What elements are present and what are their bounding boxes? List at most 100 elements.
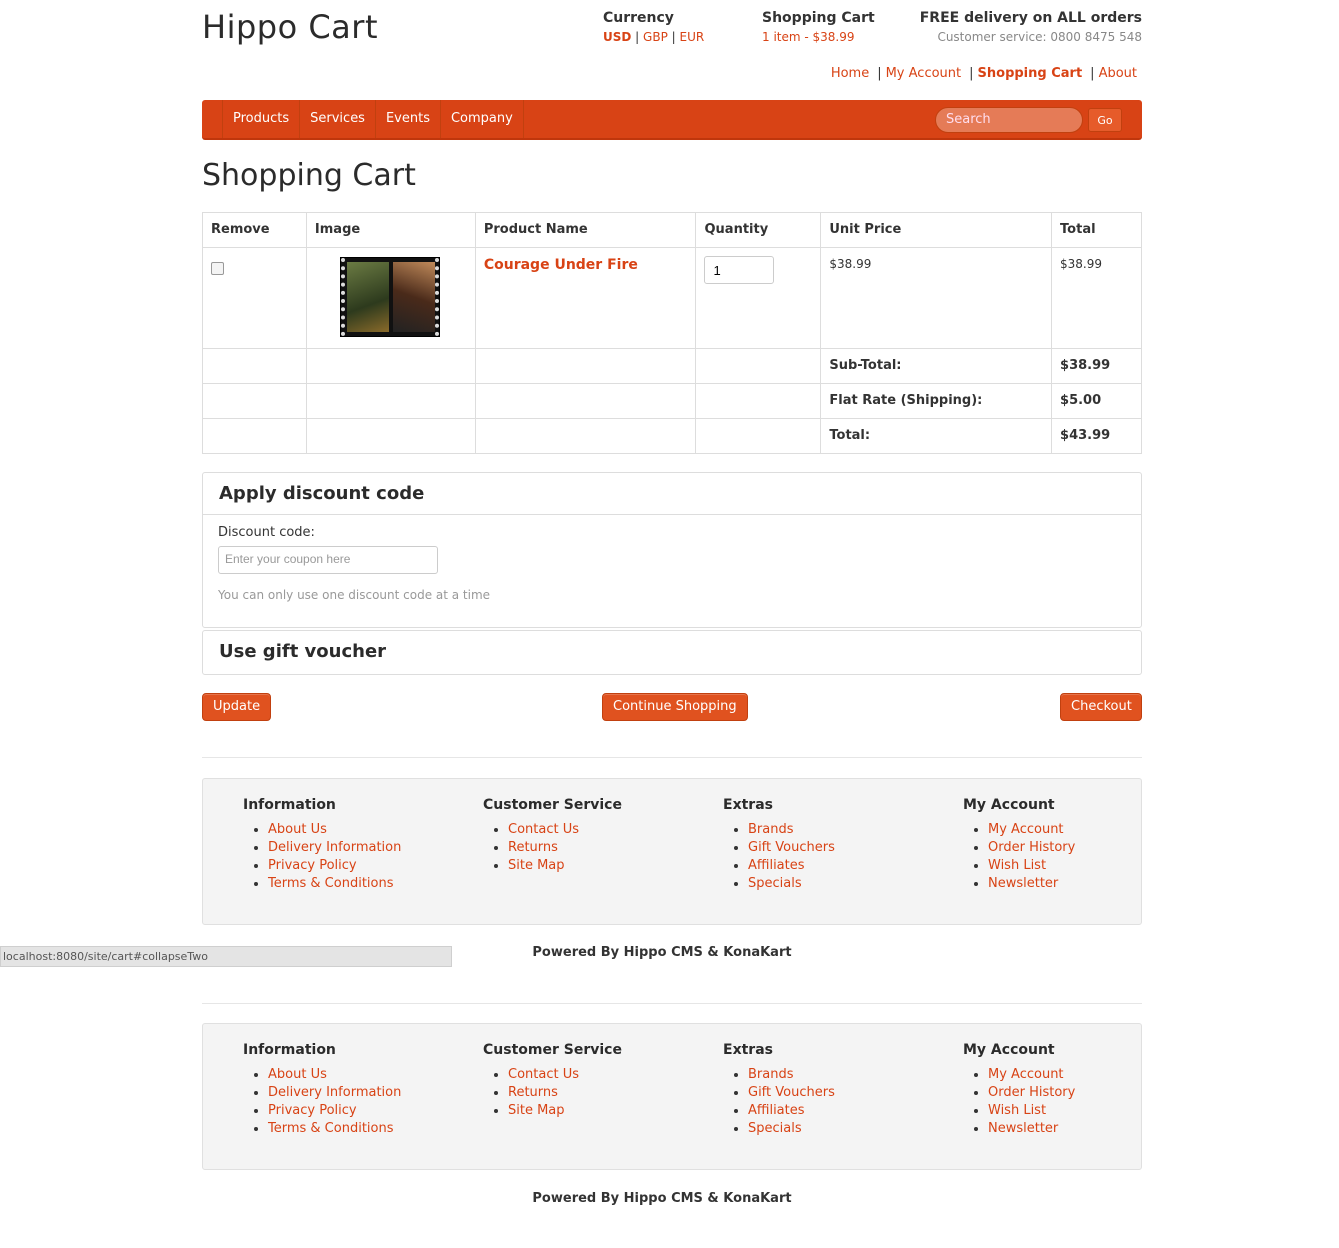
customer-service-phone: Customer service: 0800 8475 548 bbox=[937, 30, 1142, 44]
footer-link[interactable]: Contact Us bbox=[508, 1067, 579, 1082]
top-links: Home | My Account | Shopping Cart | About bbox=[831, 66, 1137, 81]
separator: | bbox=[631, 30, 644, 44]
footer-col-title: Customer Service bbox=[483, 1042, 622, 1058]
footer-col-title: Information bbox=[243, 797, 336, 813]
footer-link[interactable]: Wish List bbox=[988, 858, 1046, 873]
col-unit-price: Unit Price bbox=[820, 212, 1053, 248]
footer-col-my-account: My Account My Account Order History Wish… bbox=[963, 797, 1075, 893]
currency-usd[interactable]: USD bbox=[603, 30, 631, 44]
footer-link[interactable]: My Account bbox=[988, 822, 1064, 837]
col-total: Total bbox=[1051, 212, 1142, 248]
footer-col-title: Extras bbox=[723, 797, 773, 813]
site-logo[interactable]: Hippo Cart bbox=[202, 8, 378, 46]
link-shopping-cart[interactable]: Shopping Cart bbox=[978, 66, 1083, 81]
search-input[interactable]: Search bbox=[935, 107, 1083, 133]
footer-link[interactable]: Brands bbox=[748, 822, 794, 837]
footer-links: Information About Us Delivery Informatio… bbox=[202, 778, 1142, 925]
footer-col-information: Information About Us Delivery Informatio… bbox=[243, 797, 401, 893]
link-home[interactable]: Home bbox=[831, 66, 869, 81]
nav-events[interactable]: Events bbox=[376, 100, 441, 138]
remove-checkbox[interactable] bbox=[211, 262, 224, 275]
footer-link[interactable]: Terms & Conditions bbox=[268, 1121, 394, 1136]
page-title: Shopping Cart bbox=[202, 158, 416, 193]
footer-link[interactable]: About Us bbox=[268, 822, 327, 837]
divider bbox=[202, 1003, 1142, 1004]
continue-shopping-button[interactable]: Continue Shopping bbox=[602, 693, 748, 721]
footer-link[interactable]: Site Map bbox=[508, 1103, 565, 1118]
product-name-link[interactable]: Courage Under Fire bbox=[484, 257, 638, 273]
footer-link[interactable]: About Us bbox=[268, 1067, 327, 1082]
shipping-label: Flat Rate (Shipping): bbox=[820, 383, 1053, 419]
cart-table: Remove Image Product Name Quantity Unit … bbox=[202, 212, 1142, 454]
update-button[interactable]: Update bbox=[202, 693, 272, 721]
col-image: Image bbox=[305, 212, 476, 248]
powered-by: Powered By Hippo CMS & KonaKart bbox=[532, 1191, 792, 1206]
checkout-button[interactable]: Checkout bbox=[1060, 693, 1142, 721]
powered-by: Powered By Hippo CMS & KonaKart bbox=[532, 945, 792, 960]
footer-link[interactable]: Affiliates bbox=[748, 858, 805, 873]
gift-voucher-title[interactable]: Use gift voucher bbox=[203, 631, 1141, 672]
footer-link[interactable]: Order History bbox=[988, 1085, 1075, 1100]
currency-title: Currency bbox=[603, 10, 674, 26]
discount-panel: Apply discount code Discount code: Enter… bbox=[202, 472, 1142, 628]
separator: | bbox=[1090, 66, 1095, 81]
footer-link[interactable]: Site Map bbox=[508, 858, 565, 873]
footer-link[interactable]: Delivery Information bbox=[268, 840, 401, 855]
nav-services[interactable]: Services bbox=[300, 100, 376, 138]
separator: | bbox=[969, 66, 974, 81]
subtotal-label: Sub-Total: bbox=[820, 348, 1053, 384]
search-go-button[interactable]: Go bbox=[1088, 108, 1122, 132]
footer-col-customer-service: Customer Service Contact Us Returns Site… bbox=[483, 1042, 622, 1120]
footer-link[interactable]: Gift Vouchers bbox=[748, 840, 835, 855]
currency-eur[interactable]: EUR bbox=[679, 30, 704, 44]
col-product-name: Product Name bbox=[474, 212, 697, 248]
discount-label: Discount code: bbox=[218, 525, 315, 540]
mini-cart-summary[interactable]: 1 item - $38.99 bbox=[762, 30, 855, 44]
footer-link[interactable]: Newsletter bbox=[988, 1121, 1058, 1136]
table-header-row: Remove Image Product Name Quantity Unit … bbox=[202, 212, 1142, 248]
footer-col-title: Extras bbox=[723, 1042, 773, 1058]
footer-link[interactable]: Specials bbox=[748, 1121, 802, 1136]
footer-col-my-account: My Account My Account Order History Wish… bbox=[963, 1042, 1075, 1138]
discount-help-text: You can only use one discount code at a … bbox=[218, 588, 491, 602]
footer-link[interactable]: Contact Us bbox=[508, 822, 579, 837]
coupon-input[interactable]: Enter your coupon here bbox=[218, 546, 438, 574]
footer-col-title: My Account bbox=[963, 1042, 1055, 1058]
footer-links: Information About Us Delivery Informatio… bbox=[202, 1023, 1142, 1170]
line-total: $38.99 bbox=[1051, 247, 1142, 349]
footer-col-title: My Account bbox=[963, 797, 1055, 813]
footer-link[interactable]: Brands bbox=[748, 1067, 794, 1082]
link-my-account[interactable]: My Account bbox=[886, 66, 962, 81]
discount-panel-title[interactable]: Apply discount code bbox=[203, 473, 1141, 514]
footer-link[interactable]: Privacy Policy bbox=[268, 858, 357, 873]
total-row: Total: $43.99 bbox=[202, 418, 1142, 454]
footer-link[interactable]: Gift Vouchers bbox=[748, 1085, 835, 1100]
nav-products[interactable]: Products bbox=[223, 100, 301, 138]
shipping-row: Flat Rate (Shipping): $5.00 bbox=[202, 383, 1142, 419]
footer-link[interactable]: Specials bbox=[748, 876, 802, 891]
footer-link[interactable]: Wish List bbox=[988, 1103, 1046, 1118]
footer-link[interactable]: Terms & Conditions bbox=[268, 876, 394, 891]
table-row: Courage Under Fire $38.99 $38.99 bbox=[202, 247, 1142, 349]
footer-link[interactable]: Affiliates bbox=[748, 1103, 805, 1118]
footer-link[interactable]: Returns bbox=[508, 840, 558, 855]
main-navbar: Products Services Events Company Search … bbox=[202, 100, 1142, 140]
col-remove: Remove bbox=[202, 212, 307, 248]
footer-link[interactable]: Newsletter bbox=[988, 876, 1058, 891]
total-label: Total: bbox=[820, 418, 1053, 454]
quantity-input[interactable] bbox=[704, 256, 775, 284]
footer-col-title: Information bbox=[243, 1042, 336, 1058]
shipping-amount: $5.00 bbox=[1051, 383, 1142, 419]
footer-link[interactable]: My Account bbox=[988, 1067, 1064, 1082]
footer-link[interactable]: Delivery Information bbox=[268, 1085, 401, 1100]
footer-link[interactable]: Returns bbox=[508, 1085, 558, 1100]
footer-link[interactable]: Privacy Policy bbox=[268, 1103, 357, 1118]
total-amount: $43.99 bbox=[1051, 418, 1142, 454]
subtotal-amount: $38.99 bbox=[1051, 348, 1142, 384]
product-image[interactable] bbox=[339, 257, 440, 337]
footer-link[interactable]: Order History bbox=[988, 840, 1075, 855]
currency-selector: Currency USD | GBP | EUR bbox=[603, 10, 704, 44]
nav-company[interactable]: Company bbox=[441, 100, 524, 138]
currency-gbp[interactable]: GBP bbox=[643, 30, 668, 44]
link-about[interactable]: About bbox=[1099, 66, 1137, 81]
